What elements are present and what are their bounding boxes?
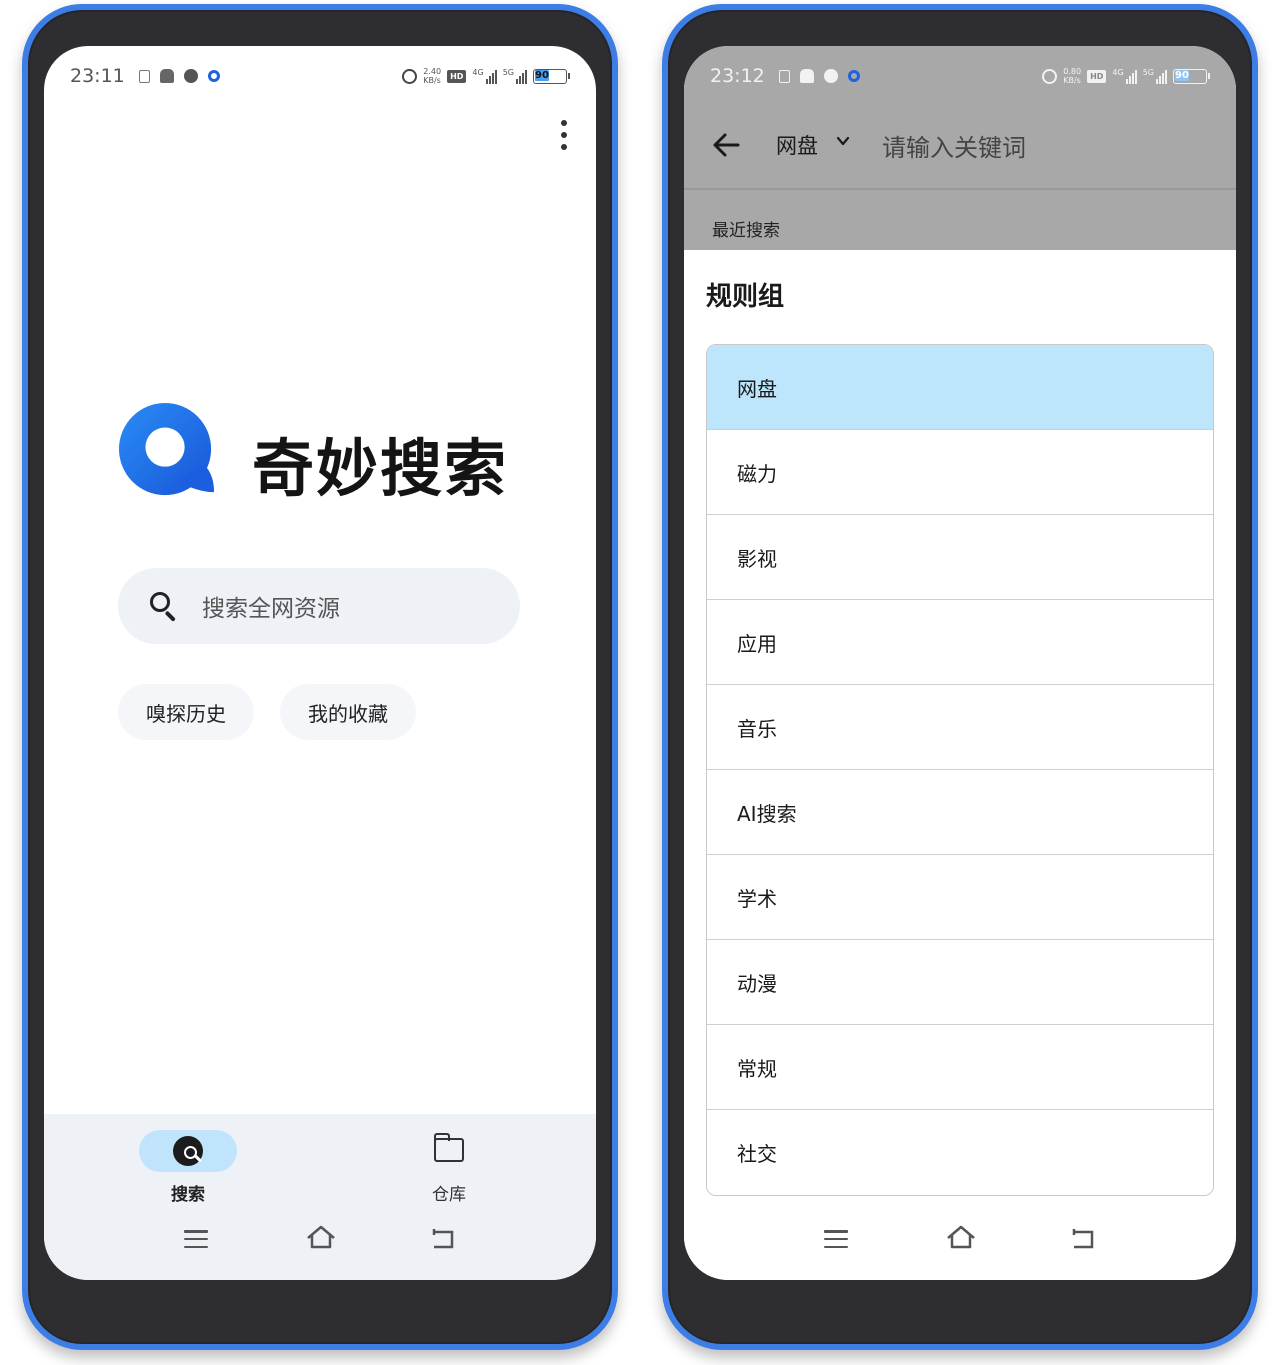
app-circle-icon (847, 70, 860, 82)
dimmed-background: 23:12 0.80 KB/s HD 4G 5G 90 网盘 请输入关键词 最近… (684, 46, 1236, 250)
back-icon[interactable] (430, 1228, 456, 1250)
bottom-navigation: 搜索 仓库 (44, 1114, 596, 1280)
hd-voice-icon: HD (447, 69, 467, 83)
android-icon (799, 69, 814, 83)
recent-search-label: 最近搜索 (712, 221, 780, 241)
nav-repo-label[interactable]: 仓库 (400, 1180, 498, 1205)
battery-level: 90 (1175, 69, 1189, 81)
notification-icon (138, 69, 150, 83)
notification-icon (778, 69, 790, 83)
group-item-academic[interactable]: 学术 (707, 855, 1213, 940)
group-item-ai-search[interactable]: AI搜索 (707, 770, 1213, 855)
group-item-general[interactable]: 常规 (707, 1025, 1213, 1110)
group-item-video[interactable]: 影视 (707, 515, 1213, 600)
alarm-icon (402, 68, 418, 84)
phone-frame-left: 23:11 2.40 KB/s HD 4G 5G 90 奇妙搜索 搜索全网资源 … (22, 4, 618, 1350)
status-bar: 23:12 0.80 KB/s HD 4G 5G 90 (684, 46, 1236, 106)
system-navigation (44, 1212, 596, 1280)
toolbar-divider (684, 188, 1236, 190)
app-notification-icon (183, 69, 198, 83)
chevron-down-icon[interactable] (836, 134, 850, 148)
battery-level: 90 (535, 69, 549, 81)
search-placeholder: 搜索全网资源 (202, 596, 340, 622)
brand-title: 奇妙搜索 (252, 432, 509, 505)
home-screen: 23:11 2.40 KB/s HD 4G 5G 90 奇妙搜索 搜索全网资源 … (44, 46, 596, 1280)
group-item-anime[interactable]: 动漫 (707, 940, 1213, 1025)
search-bar[interactable]: 搜索全网资源 (118, 568, 520, 644)
more-options-icon[interactable] (558, 120, 570, 150)
net-speed: 0.80 KB/s (1063, 67, 1082, 85)
folder-icon[interactable] (433, 1133, 464, 1162)
net-speed: 2.40 KB/s (423, 67, 442, 85)
back-icon[interactable] (1070, 1228, 1096, 1250)
android-icon (159, 69, 174, 83)
group-item-music[interactable]: 音乐 (707, 685, 1213, 770)
nav-search-label[interactable]: 搜索 (139, 1180, 237, 1205)
group-item-magnet[interactable]: 磁力 (707, 430, 1213, 515)
battery-icon: 90 (1173, 68, 1210, 84)
status-right-group: 0.80 KB/s HD 4G 5G 90 (1042, 67, 1210, 85)
battery-icon: 90 (533, 68, 570, 84)
signal-5g-icon: 5G (503, 68, 527, 84)
recent-apps-icon[interactable] (184, 1230, 208, 1248)
phone-frame-right: 23:12 0.80 KB/s HD 4G 5G 90 网盘 请输入关键词 最近… (662, 4, 1258, 1350)
search-icon (148, 590, 180, 622)
globe-search-icon (173, 1136, 203, 1166)
signal-5g-icon: 5G (1143, 68, 1167, 84)
home-icon[interactable] (946, 1224, 976, 1250)
alarm-icon (1042, 68, 1058, 84)
nav-search-tab[interactable] (139, 1130, 237, 1172)
group-item-apps[interactable]: 应用 (707, 600, 1213, 685)
home-icon[interactable] (306, 1224, 336, 1250)
search-toolbar: 网盘 请输入关键词 (684, 108, 1236, 188)
category-dropdown[interactable]: 网盘 (776, 130, 818, 160)
search-screen: 23:12 0.80 KB/s HD 4G 5G 90 网盘 请输入关键词 最近… (684, 46, 1236, 1280)
system-navigation (684, 1212, 1236, 1280)
app-circle-icon (207, 70, 220, 82)
status-right-group: 2.40 KB/s HD 4G 5G 90 (402, 67, 570, 85)
recent-apps-icon[interactable] (824, 1230, 848, 1248)
app-logo-icon (118, 402, 215, 496)
rule-group-list: 网盘 磁力 影视 应用 音乐 AI搜索 学术 动漫 常规 社交 (706, 344, 1214, 1196)
app-notification-icon (823, 69, 838, 83)
signal-4g-icon: 4G (472, 68, 497, 84)
keyword-input[interactable]: 请输入关键词 (882, 128, 1026, 163)
screenshot-stage: 23:11 2.40 KB/s HD 4G 5G 90 奇妙搜索 搜索全网资源 … (0, 0, 1280, 1365)
sniff-history-chip[interactable]: 嗅探历史 (118, 684, 254, 740)
rule-group-sheet: 规则组 网盘 磁力 影视 应用 音乐 AI搜索 学术 动漫 常规 社交 (684, 250, 1236, 1280)
hd-voice-icon: HD (1087, 69, 1107, 83)
sheet-title: 规则组 (706, 282, 785, 312)
group-item-social[interactable]: 社交 (707, 1110, 1213, 1195)
favorites-chip[interactable]: 我的收藏 (280, 684, 416, 740)
group-item-netdisk[interactable]: 网盘 (707, 345, 1213, 430)
back-arrow-icon[interactable] (712, 132, 740, 158)
signal-4g-icon: 4G (1112, 68, 1137, 84)
status-time: 23:12 (710, 65, 765, 87)
status-bar: 23:11 2.40 KB/s HD 4G 5G 90 (44, 46, 596, 106)
status-time: 23:11 (70, 65, 125, 87)
